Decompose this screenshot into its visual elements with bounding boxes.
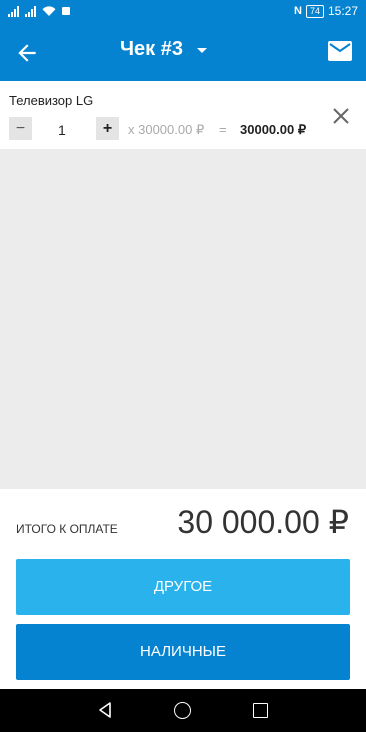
battery-icon: 74 — [305, 4, 324, 18]
caret-down-icon — [197, 48, 207, 53]
system-nav-bar — [0, 689, 366, 732]
total-value: 30 000.00 ₽ — [177, 504, 349, 540]
payment-panel: ИТОГО К ОПЛАТЕ 30 000.00 ₽ ДРУГОЕ НАЛИЧН… — [0, 489, 366, 689]
line-total: 30000.00 ₽ — [240, 122, 307, 137]
signal-icon-2 — [25, 6, 36, 17]
other-payment-button[interactable]: ДРУГОЕ — [16, 559, 350, 615]
receipt-item: Телевизор LG − 1 + x 30000.00 ₽ = 30000.… — [0, 81, 366, 149]
arrow-left-icon[interactable] — [14, 40, 40, 66]
notification-icon — [62, 7, 70, 15]
unit-price: x 30000.00 ₽ — [128, 122, 205, 137]
total-label: ИТОГО К ОПЛАТЕ — [16, 522, 118, 536]
increase-quantity-button[interactable]: + — [96, 117, 119, 140]
equals-sign: = — [219, 122, 227, 137]
mail-icon[interactable] — [328, 41, 352, 61]
receipt-selector[interactable]: Чек #3 — [120, 38, 207, 61]
wifi-icon — [42, 6, 56, 16]
close-icon[interactable] — [332, 107, 350, 125]
nav-recents-icon[interactable] — [253, 703, 268, 718]
quantity-value[interactable]: 1 — [58, 122, 66, 138]
signal-icon — [8, 6, 19, 17]
status-icons-right: N 74 15:27 — [294, 4, 358, 18]
nfc-icon: N — [294, 5, 302, 17]
item-name: Телевизор LG — [9, 93, 94, 108]
nav-home-icon[interactable] — [174, 702, 191, 719]
status-bar: N 74 15:27 — [0, 0, 366, 24]
decrease-quantity-button[interactable]: − — [9, 117, 32, 140]
page-title: Чек #3 — [120, 38, 183, 60]
status-time: 15:27 — [327, 4, 358, 18]
cash-payment-button[interactable]: НАЛИЧНЫЕ — [16, 624, 350, 680]
app-bar: Чек #3 — [0, 24, 366, 81]
status-icons-left — [8, 5, 70, 17]
nav-back-icon[interactable] — [96, 701, 114, 719]
